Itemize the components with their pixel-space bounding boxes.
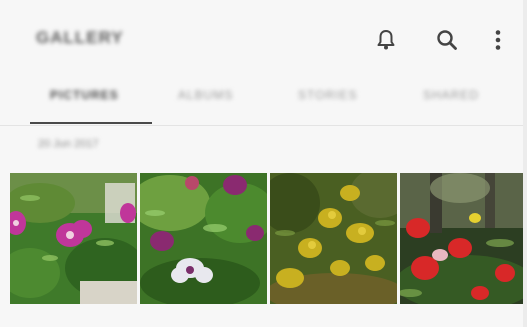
photo-thumbnail[interactable]: [140, 173, 267, 304]
bell-icon: [376, 29, 396, 51]
app-bar: GALLERY: [0, 0, 527, 76]
tab-shared[interactable]: SHARED: [423, 88, 479, 102]
notifications-button[interactable]: [372, 26, 400, 54]
scroll-edge: [523, 0, 527, 327]
photo-thumbnail[interactable]: [10, 173, 137, 304]
search-button[interactable]: [433, 26, 461, 54]
app-title: GALLERY: [36, 28, 124, 47]
yellow-plant-image: [270, 173, 397, 304]
photo-thumbnail[interactable]: [270, 173, 397, 304]
search-icon: [436, 29, 458, 51]
tab-pictures[interactable]: PICTURES: [50, 88, 119, 102]
pink-flowers-image: [10, 173, 137, 304]
red-flowers-image: [400, 173, 527, 304]
grid-footer: [0, 304, 527, 327]
gallery-screen: GALLERY PICTURES ALBUMS STORIES SHARED 2…: [0, 0, 527, 327]
date-header: 20 Jun 2017: [38, 138, 99, 150]
photo-grid: [10, 173, 527, 304]
more-options-button[interactable]: [484, 26, 512, 54]
more-vertical-icon: [494, 29, 502, 51]
photo-thumbnail[interactable]: [400, 173, 527, 304]
tab-bar: PICTURES ALBUMS STORIES SHARED: [0, 78, 527, 126]
purple-flowers-image: [140, 173, 267, 304]
tab-albums[interactable]: ALBUMS: [178, 88, 233, 102]
tab-divider: [0, 125, 527, 126]
tab-indicator: [30, 122, 152, 124]
tab-stories[interactable]: STORIES: [298, 88, 357, 102]
